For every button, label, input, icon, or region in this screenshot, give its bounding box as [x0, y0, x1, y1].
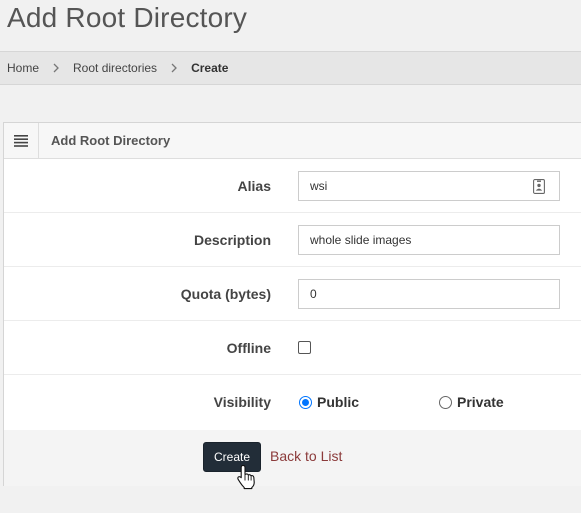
breadcrumb-item-root-directories[interactable]: Root directories	[73, 61, 157, 75]
panel-header: Add Root Directory	[4, 122, 581, 159]
private-radio[interactable]	[439, 395, 452, 409]
panel-title: Add Root Directory	[51, 133, 171, 148]
breadcrumb: Home Root directories Create	[0, 51, 581, 85]
chevron-right-icon	[157, 63, 191, 73]
description-row: Description whole slide images	[4, 213, 581, 267]
page-title: Add Root Directory	[7, 2, 248, 33]
chevron-right-icon	[39, 63, 73, 73]
quota-label: Quota (bytes)	[180, 285, 271, 302]
back-to-list-link[interactable]: Back to List	[270, 448, 342, 464]
quota-row: Quota (bytes) 0	[4, 267, 581, 321]
breadcrumb-item-home[interactable]: Home	[7, 61, 39, 75]
offline-label: Offline	[226, 339, 271, 356]
public-radio[interactable]	[299, 395, 312, 409]
visibility-row: Visibility Public Private	[4, 375, 581, 429]
quota-value: 0	[310, 286, 317, 301]
visibility-label: Visibility	[213, 394, 271, 410]
description-value: whole slide images	[310, 232, 412, 247]
offline-checkbox[interactable]	[298, 341, 311, 354]
alias-row: Alias wsi	[4, 159, 581, 213]
alias-input[interactable]: wsi	[298, 170, 560, 201]
hamburger-list-icon[interactable]	[4, 122, 39, 159]
breadcrumb-item-create: Create	[191, 61, 229, 75]
private-label[interactable]: Private	[457, 394, 504, 410]
visibility-public-option[interactable]: Public	[299, 394, 359, 410]
offline-row: Offline	[4, 321, 581, 375]
contact-card-icon[interactable]	[533, 178, 545, 197]
form-actions: Create Back to List	[4, 430, 581, 486]
public-label[interactable]: Public	[317, 394, 359, 410]
description-label: Description	[193, 231, 271, 248]
description-input[interactable]: whole slide images	[298, 224, 560, 255]
quota-input[interactable]: 0	[298, 278, 560, 309]
visibility-private-option[interactable]: Private	[439, 394, 504, 410]
alias-label: Alias	[237, 177, 271, 194]
form-panel: Add Root Directory Alias wsi Description	[3, 122, 581, 486]
hand-pointer-cursor-icon	[236, 464, 258, 495]
alias-value: wsi	[310, 178, 328, 193]
